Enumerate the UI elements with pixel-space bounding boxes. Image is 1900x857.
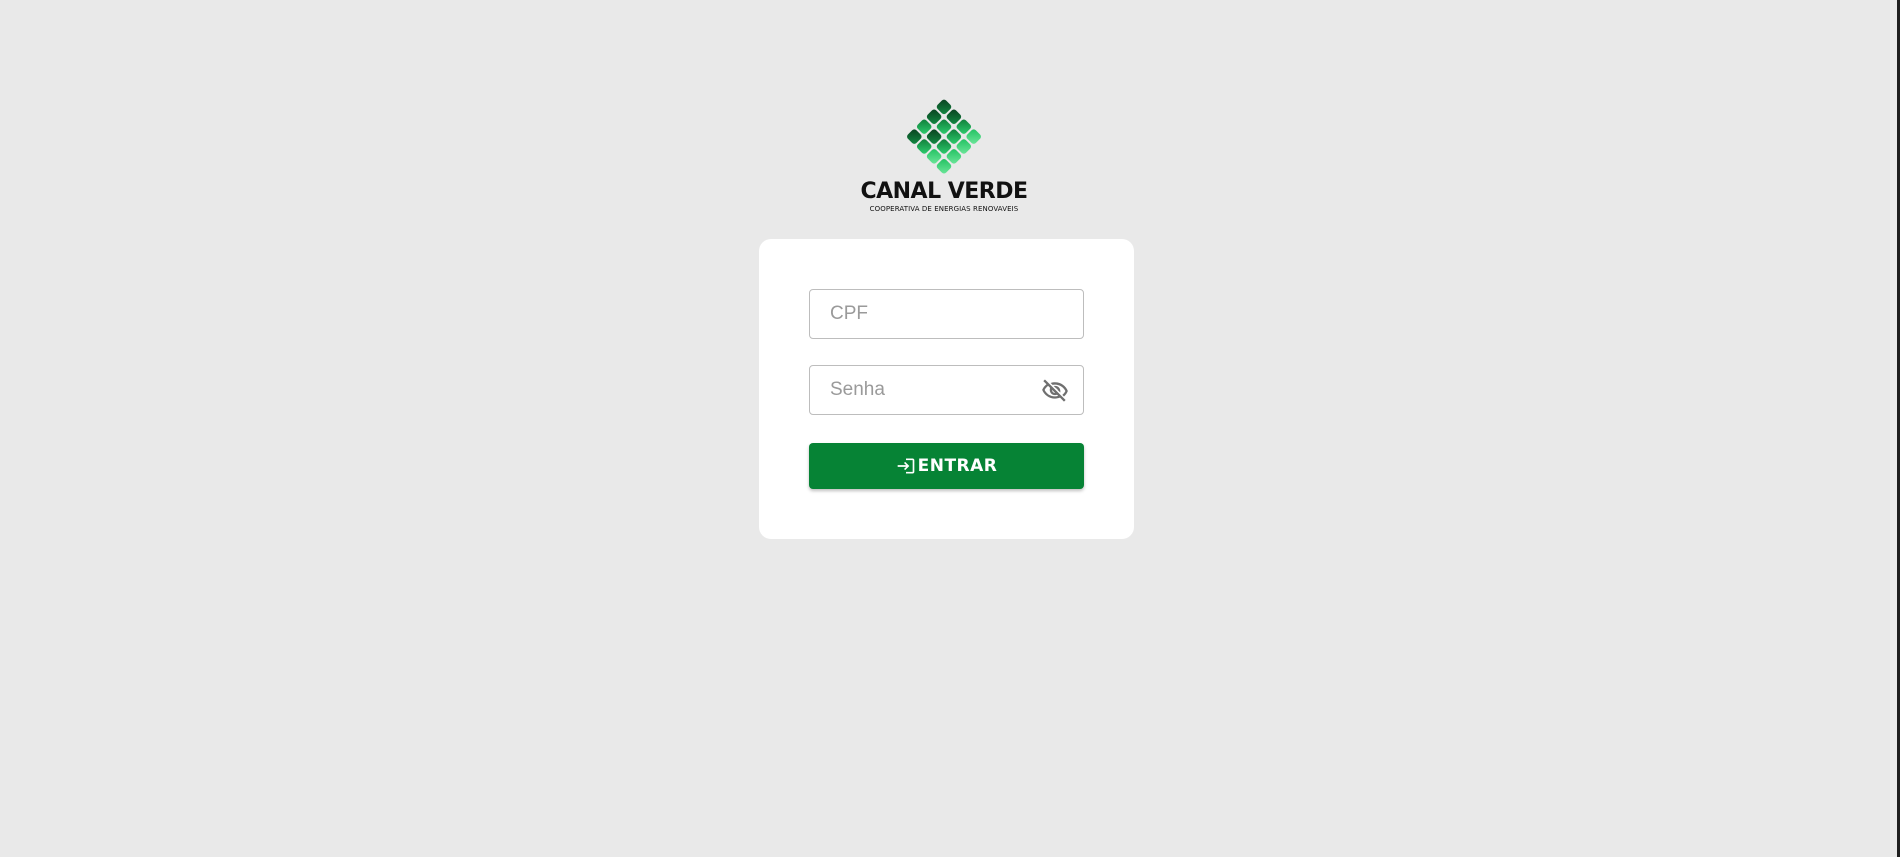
- login-icon: [897, 458, 914, 474]
- brand-logo: CANAL VERDE COOPERATIVA DE ENERGIAS RENO…: [860, 96, 1028, 220]
- brand-name: CANAL VERDE: [860, 179, 1028, 204]
- login-button-label: ENTRAR: [917, 456, 998, 476]
- login-card: ENTRAR: [759, 239, 1134, 539]
- password-field: [809, 365, 1084, 415]
- login-button[interactable]: ENTRAR: [809, 443, 1084, 489]
- cpf-input[interactable]: [810, 290, 1083, 338]
- brand-tagline: COOPERATIVA DE ENERGIAS RENOVAVEIS: [869, 205, 1019, 213]
- eye-off-icon[interactable]: [1041, 377, 1069, 405]
- logo-mark-icon: [907, 99, 981, 174]
- login-page: CANAL VERDE COOPERATIVA DE ENERGIAS RENO…: [0, 0, 1900, 857]
- cpf-field: [809, 289, 1084, 339]
